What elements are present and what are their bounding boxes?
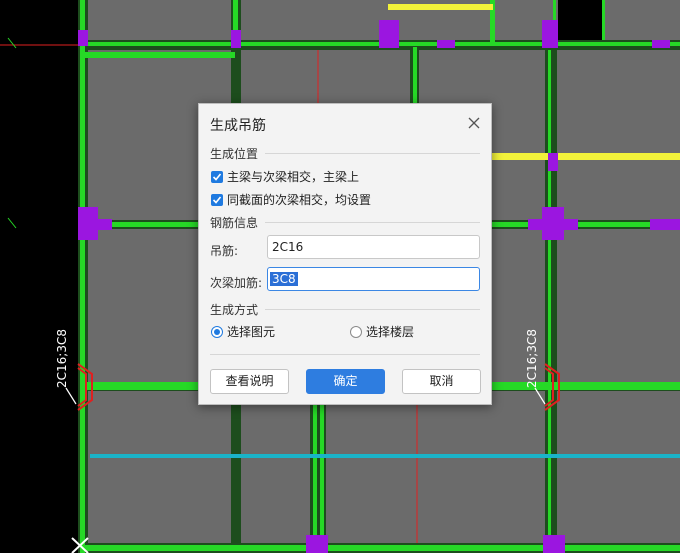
- ok-button[interactable]: 确定: [306, 369, 385, 394]
- section-rebar-label: 钢筋信息: [210, 216, 259, 230]
- cancel-button[interactable]: 取消: [402, 369, 481, 394]
- secondary-extra-rebar-label: 次梁加筋:: [210, 276, 263, 290]
- radio-selected-icon: [211, 325, 223, 338]
- black-block: [558, 0, 602, 40]
- separator-position: [265, 153, 480, 154]
- rebar-label-right: 2C16;3C8: [525, 329, 539, 388]
- checkbox-main-secondary-label: 主梁与次梁相交，主梁上: [227, 170, 360, 184]
- dialog-title: 生成吊筋: [210, 118, 266, 134]
- rebar-label-left: 2C16;3C8: [55, 329, 69, 388]
- generate-hanger-dialog: 生成吊筋 生成位置 主梁与次梁相交，主梁上 同截面的次梁相交，均设置 钢筋信息 …: [198, 103, 492, 405]
- radio-unselected-icon: [350, 325, 362, 338]
- separator-mode: [265, 309, 480, 310]
- radio-select-floor[interactable]: 选择楼层: [350, 323, 414, 340]
- hanger-rebar-label: 吊筋:: [210, 244, 239, 258]
- radio-select-element[interactable]: 选择图元: [211, 323, 275, 340]
- checkbox-checked-icon: [211, 170, 223, 183]
- secondary-extra-rebar-value: 3C8: [270, 272, 298, 286]
- checkbox-checked-icon: [211, 193, 223, 206]
- separator-buttons: [210, 354, 480, 355]
- hanger-rebar-input[interactable]: 2C16: [267, 235, 480, 259]
- hanger-rebar-value: 2C16: [272, 240, 304, 254]
- close-icon[interactable]: [466, 115, 482, 131]
- checkbox-main-secondary[interactable]: 主梁与次梁相交，主梁上: [211, 168, 359, 185]
- cyan-beam: [90, 454, 680, 458]
- section-mode-label: 生成方式: [210, 303, 259, 317]
- radio-select-element-label: 选择图元: [227, 325, 276, 339]
- secondary-extra-rebar-input[interactable]: 3C8: [267, 267, 480, 291]
- cad-left-margin: [0, 0, 78, 553]
- section-position-label: 生成位置: [210, 147, 259, 161]
- radio-select-floor-label: 选择楼层: [366, 325, 415, 339]
- view-help-button[interactable]: 查看说明: [210, 369, 289, 394]
- checkbox-same-section-label: 同截面的次梁相交，均设置: [227, 193, 372, 207]
- checkbox-same-section[interactable]: 同截面的次梁相交，均设置: [211, 191, 371, 208]
- separator-rebar: [265, 222, 480, 223]
